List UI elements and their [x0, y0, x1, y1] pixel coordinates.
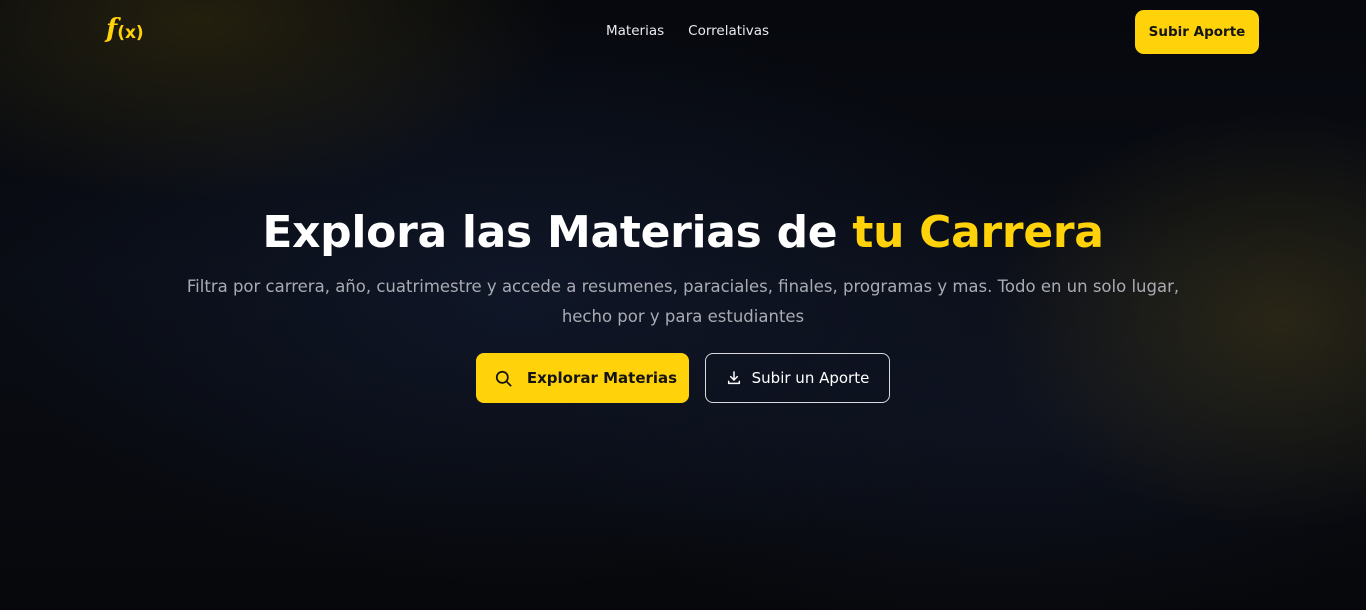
subir-un-aporte-button[interactable]: Subir un Aporte [705, 353, 890, 403]
hero-section: Explora las Materias de tu Carrera Filtr… [0, 198, 1366, 403]
fx-logo[interactable]: f(x) [106, 16, 144, 42]
hero-title-accent: tu Carrera [852, 207, 1104, 258]
search-icon [494, 369, 513, 388]
download-icon [726, 370, 742, 386]
explorar-materias-label: Explorar Materias [526, 369, 678, 387]
nav-link-materias[interactable]: Materias [606, 23, 664, 39]
logo-x: (x) [117, 23, 144, 43]
main-nav: Materias Correlativas [606, 23, 769, 39]
subir-aporte-button[interactable]: Subir Aporte [1135, 10, 1259, 54]
explorar-materias-button[interactable]: Explorar Materias [476, 353, 689, 403]
logo-f: f [106, 14, 118, 44]
hero-subtitle: Filtra por carrera, año, cuatrimestre y … [186, 277, 1180, 326]
nav-link-correlativas[interactable]: Correlativas [688, 23, 769, 39]
hero-actions: Explorar Materias Subir un Aporte [0, 353, 1366, 403]
site-header: f(x) Materias Correlativas Subir Aporte [0, 0, 1366, 64]
hero-title-prefix: Explora las Materias de [262, 207, 853, 258]
subir-un-aporte-label: Subir un Aporte [751, 369, 870, 387]
hero-title: Explora las Materias de tu Carrera [0, 198, 1366, 268]
